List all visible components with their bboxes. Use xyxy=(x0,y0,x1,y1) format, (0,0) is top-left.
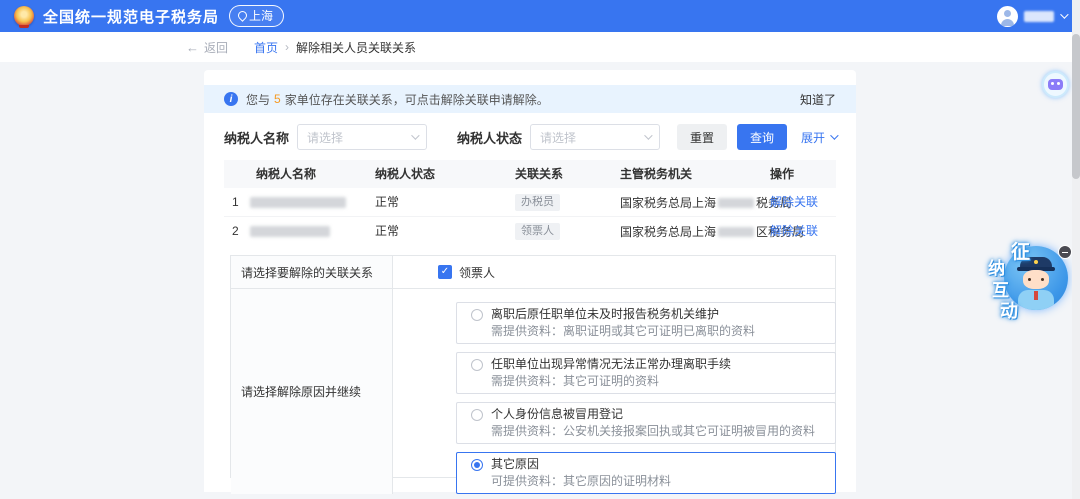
chevron-down-icon xyxy=(1060,10,1069,19)
taxpayer-status-select[interactable]: 请选择 xyxy=(530,124,661,150)
location-label: 上海 xyxy=(249,9,274,23)
remove-relation-link[interactable]: 解除关联 xyxy=(770,217,818,246)
location-selector[interactable]: 上海 xyxy=(229,5,285,27)
option-title: 离职后原任职单位未及时报告税务机关维护 xyxy=(491,307,720,321)
taxpayer-status-label: 纳税人状态 xyxy=(457,130,523,146)
authority-prefix: 国家税务总局上海 xyxy=(620,196,717,210)
notice-text-suffix: 家单位存在关联关系，可点击解除关联申请解除。 xyxy=(284,92,549,107)
notice-dismiss-button[interactable]: 知道了 xyxy=(800,91,836,108)
breadcrumb-separator: › xyxy=(285,40,290,54)
relation-select-label: 请选择要解除的关联关系 xyxy=(231,256,393,289)
breadcrumb: ← 返回 首页 › 解除相关人员关联关系 xyxy=(0,32,1080,62)
ai-assistant-button[interactable] xyxy=(1042,71,1069,98)
reason-option-resigned-not-reported[interactable]: 离职后原任职单位未及时报告税务机关维护 需提供资料：离职证明或其它可证明已离职的… xyxy=(456,302,836,344)
col-header-relation: 关联关系 xyxy=(515,167,564,181)
relation-badge: 领票人 xyxy=(515,223,560,240)
taxpayer-name-placeholder: 请选择 xyxy=(307,130,344,145)
row-index: 1 xyxy=(232,195,239,209)
mascot-hat-badge xyxy=(1034,260,1038,264)
taxpayer-status: 正常 xyxy=(375,195,400,209)
notice-text-prefix: 您与 xyxy=(246,92,271,107)
remove-relation-link[interactable]: 解除关联 xyxy=(770,188,818,217)
back-label: 返回 xyxy=(204,40,229,55)
chevron-down-icon xyxy=(830,131,839,140)
reason-option-other[interactable]: 其它原因 可提供资料：其它原因的证明材料 xyxy=(456,452,836,494)
authority-redacted xyxy=(718,226,755,237)
option-title: 个人身份信息被冒用登记 xyxy=(491,407,624,421)
col-header-authority: 主管税务机关 xyxy=(620,167,693,181)
option-desc: 需提供资料：其它可证明的资料 xyxy=(491,374,660,388)
table-header-row: 纳税人名称 纳税人状态 关联关系 主管税务机关 操作 xyxy=(224,160,836,188)
app-title: 全国统一规范电子税务局 xyxy=(43,8,220,26)
authority-redacted xyxy=(718,197,755,208)
taxpayer-status-placeholder: 请选择 xyxy=(540,130,577,145)
back-button[interactable]: ← 返回 xyxy=(186,39,228,56)
relation-select-content: 领票人 xyxy=(393,256,836,289)
option-desc: 需提供资料：公安机关接报案回执或其它可证明被冒用的资料 xyxy=(491,424,816,438)
tax-emblem-logo xyxy=(14,6,34,26)
chevron-down-icon xyxy=(644,131,653,140)
app-header: 全国统一规范电子税务局 上海 xyxy=(0,0,1080,32)
main-content-card: i 您与 5 家单位存在关联关系，可点击解除关联申请解除。 知道了 纳税人名称 … xyxy=(204,70,856,494)
option-title: 其它原因 xyxy=(491,457,540,471)
mascot-face xyxy=(1023,270,1049,289)
mascot-char: 动 xyxy=(1000,301,1018,321)
option-title: 任职单位出现异常情况无法正常办理离职手续 xyxy=(491,357,732,371)
remove-relation-form: 请选择要解除的关联关系 领票人 请选择解除原因并继续 离职后原任职单位未及时报告… xyxy=(230,255,836,494)
taxpayer-name-redacted xyxy=(250,197,346,208)
user-menu[interactable] xyxy=(997,5,1069,27)
avatar-head xyxy=(1004,9,1011,17)
scrollbar-thumb[interactable] xyxy=(1072,34,1080,179)
reason-select-label: 请选择解除原因并继续 xyxy=(231,289,393,494)
breadcrumb-home-link[interactable]: 首页 xyxy=(254,39,278,56)
robot-face-icon xyxy=(1048,79,1063,90)
table-row: 1 正常 办税员 国家税务总局上海 税务局 解除关联 xyxy=(224,188,836,217)
relation-checkbox-label: 领票人 xyxy=(459,265,496,280)
expand-label: 展开 xyxy=(800,130,825,145)
location-pin-icon xyxy=(237,11,246,20)
info-icon: i xyxy=(224,92,238,106)
relation-badge: 办税员 xyxy=(515,194,560,211)
radio-unchecked-icon xyxy=(471,409,483,421)
option-desc: 可提供资料：其它原因的证明材料 xyxy=(491,474,672,488)
chevron-down-icon xyxy=(411,131,420,140)
breadcrumb-current: 解除相关人员关联关系 xyxy=(296,40,417,55)
taxpayer-name-redacted xyxy=(250,226,330,237)
avatar xyxy=(997,5,1018,27)
taxpayer-name-select[interactable]: 请选择 xyxy=(297,124,428,150)
option-desc: 需提供资料：离职证明或其它可证明已离职的资料 xyxy=(491,324,756,338)
table-row: 2 正常 领票人 国家税务总局上海 区税务局 解除关联 xyxy=(224,217,836,246)
taxpayer-status: 正常 xyxy=(375,224,400,238)
reason-option-employer-abnormal[interactable]: 任职单位出现异常情况无法正常办理离职手续 需提供资料：其它可证明的资料 xyxy=(456,352,836,394)
tax-authority: 国家税务总局上海 税务局 xyxy=(620,188,792,217)
minimize-widget-button[interactable] xyxy=(1058,245,1072,259)
col-header-status: 纳税人状态 xyxy=(375,167,436,181)
user-name-redacted xyxy=(1024,10,1054,22)
notice-count: 5 xyxy=(274,92,281,106)
vertical-scrollbar xyxy=(1072,0,1080,499)
query-button[interactable]: 查询 xyxy=(736,124,787,150)
relation-notice-banner: i 您与 5 家单位存在关联关系，可点击解除关联申请解除。 知道了 xyxy=(204,85,856,113)
filter-row: 纳税人名称 请选择 纳税人状态 请选择 重置 查询 展开 xyxy=(224,124,839,150)
expand-toggle[interactable]: 展开 xyxy=(800,129,839,146)
col-header-name: 纳税人名称 xyxy=(256,167,317,181)
checkbox-checked-icon[interactable] xyxy=(438,265,452,279)
back-arrow-icon: ← xyxy=(186,39,199,55)
reset-button[interactable]: 重置 xyxy=(676,124,727,150)
radio-unchecked-icon xyxy=(471,359,483,371)
taxpayer-name-label: 纳税人名称 xyxy=(224,130,290,146)
row-index: 2 xyxy=(232,224,239,238)
filter-buttons: 重置 查询 展开 xyxy=(676,124,839,150)
mascot-tie xyxy=(1034,291,1038,300)
avatar-shoulders xyxy=(1001,18,1014,26)
radio-unchecked-icon xyxy=(471,309,483,321)
reason-options: 离职后原任职单位未及时报告税务机关维护 需提供资料：离职证明或其它可证明已离职的… xyxy=(393,289,836,494)
col-header-action: 操作 xyxy=(770,167,795,181)
mascot-char: 征 xyxy=(1011,242,1031,263)
relations-table: 纳税人名称 纳税人状态 关联关系 主管税务机关 操作 1 正常 办税员 国家税务… xyxy=(224,160,836,246)
authority-prefix: 国家税务总局上海 xyxy=(620,225,717,239)
reason-option-identity-misused[interactable]: 个人身份信息被冒用登记 需提供资料：公安机关接报案回执或其它可证明被冒用的资料 xyxy=(456,402,836,444)
radio-checked-icon xyxy=(471,459,483,471)
